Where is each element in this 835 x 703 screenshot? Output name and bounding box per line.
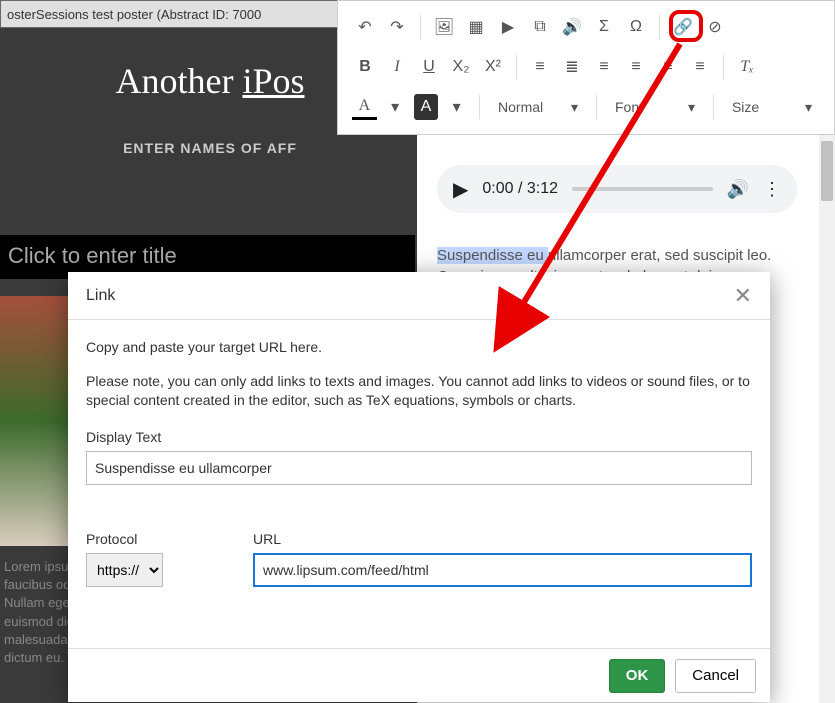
close-icon[interactable]: ✕: [734, 283, 752, 309]
volume-icon[interactable]: 🔊: [727, 179, 749, 200]
poster-title-link[interactable]: iPos: [242, 61, 304, 101]
dialog-title: Link: [86, 287, 115, 305]
dialog-footer: OK Cancel: [68, 648, 770, 702]
italic-icon[interactable]: I: [384, 54, 410, 80]
dialog-body: Copy and paste your target URL here. Ple…: [68, 320, 770, 648]
poster-image: [0, 296, 70, 546]
dialog-instruction: Copy and paste your target URL here.: [86, 338, 752, 358]
bullet-list-icon[interactable]: ≣: [559, 54, 585, 80]
url-label: URL: [253, 531, 752, 547]
font-dropdown-label: Font: [615, 99, 643, 115]
numbered-list-icon[interactable]: ≡: [527, 54, 553, 80]
selected-text: Suspendisse eu: [437, 247, 548, 264]
bold-icon[interactable]: B: [352, 54, 378, 80]
audio-progress-bar[interactable]: [572, 187, 713, 191]
bg-color-dropdown-icon[interactable]: ▾: [444, 94, 469, 120]
play-icon[interactable]: ▶: [453, 177, 468, 202]
browser-tab[interactable]: osterSessions test poster (Abstract ID: …: [0, 0, 355, 28]
chevron-down-icon: ▾: [805, 99, 812, 116]
size-dropdown[interactable]: Size ▾: [724, 92, 820, 122]
align-center-icon[interactable]: ≡: [623, 54, 649, 80]
omega-icon[interactable]: Ω: [623, 14, 649, 40]
align-right-icon[interactable]: ≡: [655, 54, 681, 80]
toolbar-separator: [723, 55, 724, 79]
clear-format-icon[interactable]: Tₓ: [734, 54, 760, 80]
style-dropdown-label: Normal: [498, 99, 543, 115]
toolbar-separator: [596, 95, 597, 119]
display-text-label: Display Text: [86, 429, 752, 445]
subscript-icon[interactable]: X₂: [448, 54, 474, 80]
display-text-input[interactable]: [86, 451, 752, 485]
poster-affiliation: ENTER NAMES OF AFF: [0, 140, 420, 156]
undo-icon[interactable]: ↶: [352, 14, 378, 40]
dialog-header: Link ✕: [68, 272, 770, 320]
poster-title-prefix: Another: [115, 61, 242, 101]
protocol-label: Protocol: [86, 531, 163, 547]
style-dropdown[interactable]: Normal ▾: [490, 92, 586, 122]
sigma-icon[interactable]: Σ: [591, 14, 617, 40]
text-color-icon[interactable]: A: [352, 94, 377, 120]
bg-color-icon[interactable]: A: [414, 94, 439, 120]
unlink-icon[interactable]: ⊘: [702, 14, 728, 40]
toolbar-separator: [420, 15, 421, 39]
editor-toolbar: ↶ ↷ 🖼 ▦ ▶ ⧉ 🔊 Σ Ω 🔗 ⊘ B I U X₂ X² ≡ ≣ ≡ …: [337, 0, 835, 135]
redo-icon[interactable]: ↷: [384, 14, 410, 40]
audio-player[interactable]: ▶ 0:00 / 3:12 🔊 ⋮: [437, 165, 797, 213]
chevron-down-icon: ▾: [571, 99, 578, 116]
chevron-down-icon: ▾: [688, 99, 695, 116]
toolbar-separator: [659, 15, 660, 39]
tab-label: osterSessions test poster (Abstract ID: …: [7, 7, 261, 22]
align-justify-icon[interactable]: ≡: [687, 54, 713, 80]
align-left-icon[interactable]: ≡: [591, 54, 617, 80]
youtube-icon[interactable]: ▶: [495, 14, 521, 40]
cancel-button[interactable]: Cancel: [675, 659, 756, 693]
scrollbar-thumb[interactable]: [821, 141, 833, 201]
image-icon[interactable]: 🖼: [431, 14, 457, 40]
size-dropdown-label: Size: [732, 99, 759, 115]
ok-button[interactable]: OK: [609, 659, 666, 693]
more-icon[interactable]: ⋮: [763, 179, 781, 200]
audio-time: 0:00 / 3:12: [482, 180, 558, 198]
protocol-select[interactable]: https://: [86, 553, 163, 587]
link-dialog: Link ✕ Copy and paste your target URL he…: [68, 272, 770, 702]
audio-icon[interactable]: 🔊: [559, 14, 585, 40]
iframe-icon[interactable]: ⧉: [527, 14, 553, 40]
text-color-dropdown-icon[interactable]: ▾: [383, 94, 408, 120]
underline-icon[interactable]: U: [416, 54, 442, 80]
toolbar-separator: [713, 95, 714, 119]
video-icon[interactable]: ▦: [463, 14, 489, 40]
scrollbar-track[interactable]: [819, 135, 835, 703]
font-dropdown[interactable]: Font ▾: [607, 92, 703, 122]
dialog-note: Please note, you can only add links to t…: [86, 372, 752, 411]
url-input[interactable]: [253, 553, 752, 587]
toolbar-separator: [516, 55, 517, 79]
superscript-icon[interactable]: X²: [480, 54, 506, 80]
link-icon[interactable]: 🔗: [670, 14, 696, 40]
toolbar-separator: [479, 95, 480, 119]
